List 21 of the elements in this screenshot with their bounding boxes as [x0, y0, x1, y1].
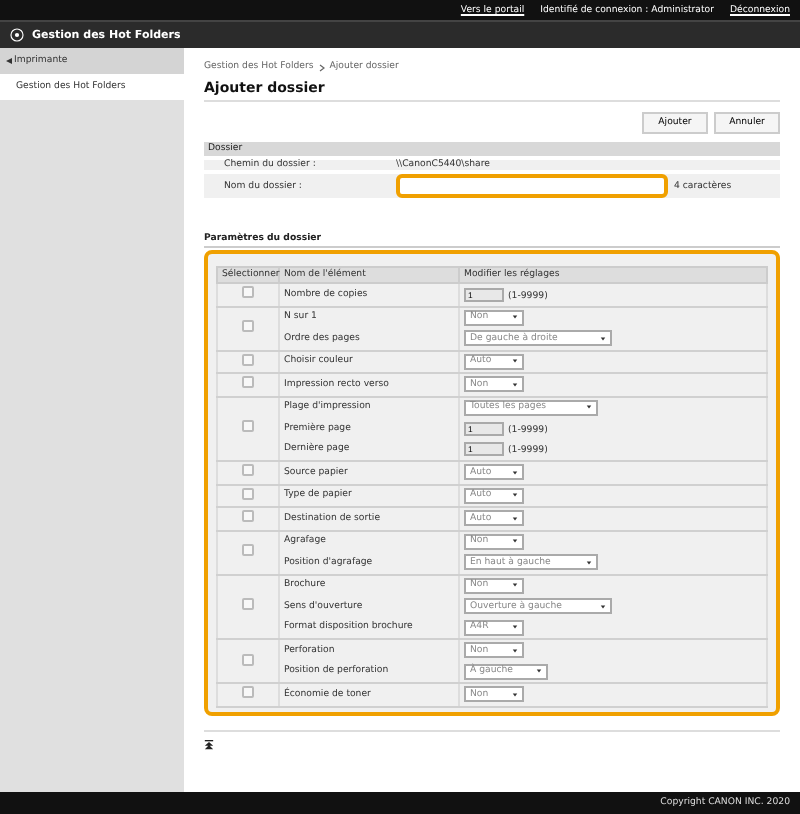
- checkbox[interactable]: [242, 686, 254, 699]
- caret-icon: [535, 668, 542, 675]
- checkbox[interactable]: [242, 420, 254, 433]
- folder-name-field[interactable]: [396, 174, 668, 198]
- caret-icon: [599, 603, 606, 610]
- checkbox[interactable]: [242, 653, 254, 665]
- scroll-top-icon[interactable]: [204, 739, 214, 749]
- back-arrow-icon: [6, 58, 12, 64]
- caret-icon: [599, 335, 606, 342]
- checkbox[interactable]: [242, 544, 254, 556]
- checkbox[interactable]: [242, 464, 254, 477]
- caret-icon: [586, 559, 593, 566]
- checkbox[interactable]: [242, 320, 254, 332]
- checkbox[interactable]: [242, 353, 254, 366]
- caret-icon: [586, 404, 593, 411]
- chevron-icon: [317, 63, 326, 71]
- checkbox[interactable]: [242, 510, 254, 523]
- checkbox[interactable]: [242, 598, 254, 611]
- checkbox[interactable]: [242, 376, 254, 389]
- checkbox[interactable]: [242, 286, 254, 299]
- checkbox[interactable]: [242, 487, 254, 500]
